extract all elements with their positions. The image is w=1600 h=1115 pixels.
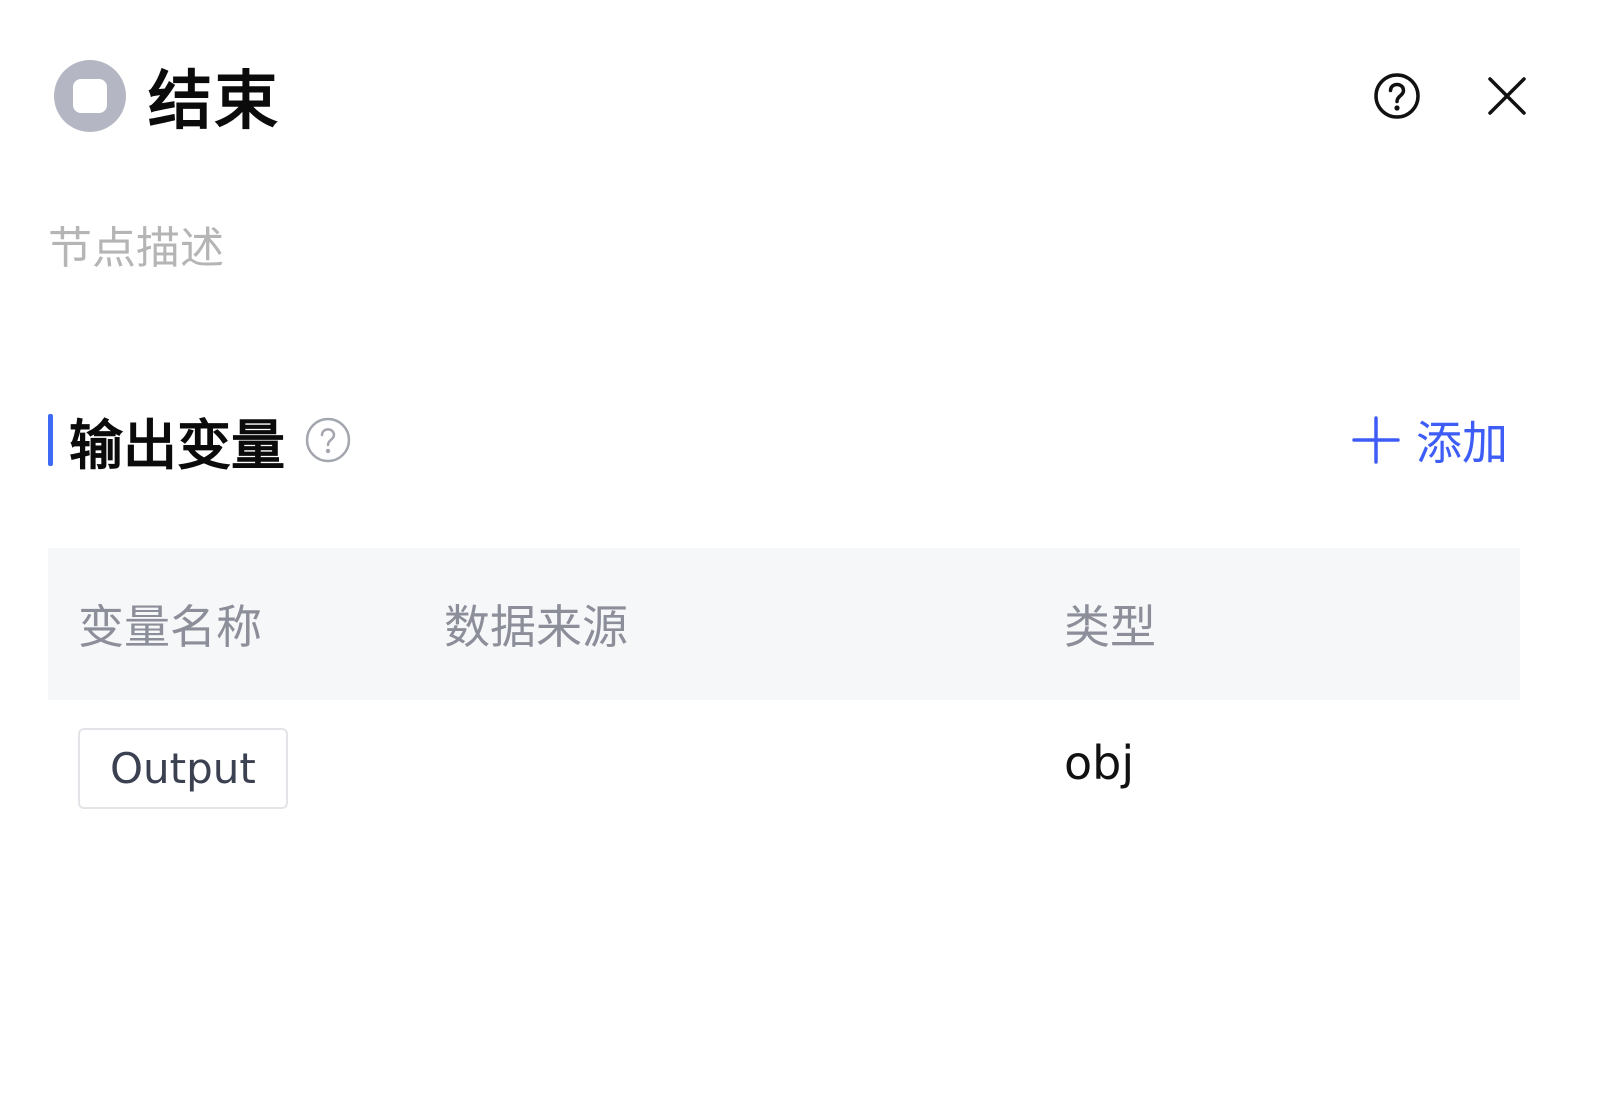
help-circle-icon bbox=[305, 417, 351, 463]
plus-icon bbox=[1352, 416, 1400, 464]
panel-title: 结束 bbox=[148, 65, 280, 139]
variable-name-chip[interactable]: Output bbox=[78, 727, 288, 809]
close-button[interactable] bbox=[1480, 69, 1534, 123]
output-variables-table: 变量名称 数据来源 类型 Output obj bbox=[48, 548, 1520, 836]
variable-name-cell: Output bbox=[48, 727, 444, 809]
section-accent-bar bbox=[48, 414, 53, 466]
node-description-input[interactable]: 节点描述 bbox=[48, 212, 224, 276]
table-row: Output obj bbox=[48, 700, 1520, 836]
section-title: 输出变量 bbox=[69, 413, 285, 477]
table-header: 变量名称 数据来源 类型 bbox=[48, 548, 1520, 700]
column-header-name: 变量名称 bbox=[78, 600, 262, 654]
add-output-button[interactable]: 添加 bbox=[1352, 407, 1508, 473]
column-header-type: 类型 bbox=[1064, 600, 1156, 654]
type-cell: obj bbox=[1064, 736, 1520, 790]
output-help-button[interactable] bbox=[303, 415, 353, 465]
column-header-source: 数据来源 bbox=[444, 600, 628, 654]
panel-header: 结束 bbox=[48, 48, 1552, 144]
output-variables-header: 输出变量 添加 bbox=[48, 404, 1508, 477]
help-button[interactable] bbox=[1370, 69, 1424, 123]
header-actions bbox=[1370, 69, 1534, 123]
close-icon bbox=[1488, 77, 1526, 115]
add-label: 添加 bbox=[1416, 416, 1508, 470]
node-config-panel: 结束 节点描述 输出变量 添加 变量名称 数据来源 类型 Output obj bbox=[0, 0, 1600, 1115]
type-value: obj bbox=[1064, 736, 1135, 790]
help-circle-icon bbox=[1374, 73, 1420, 119]
stop-circle-icon bbox=[54, 60, 126, 132]
